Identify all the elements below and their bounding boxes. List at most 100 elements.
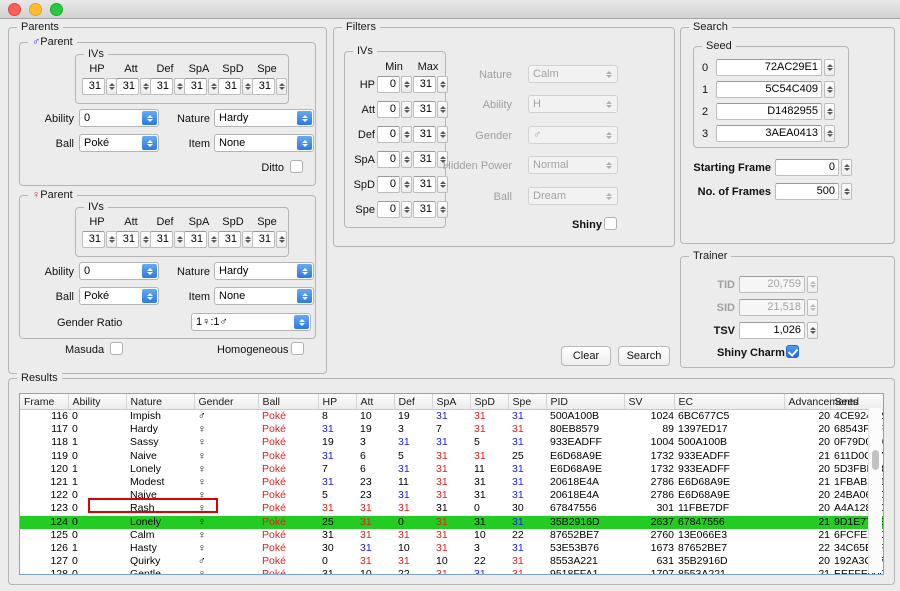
shiny-charm-checkbox[interactable] [786, 345, 799, 358]
cell-gender[interactable]: ♀ [194, 463, 258, 476]
cell-iv-def[interactable]: 19 [394, 410, 432, 424]
cell-sv[interactable]: 2786 [624, 476, 674, 489]
masuda-checkbox[interactable] [110, 342, 123, 355]
cell-iv-spa[interactable]: 31 [432, 476, 470, 489]
cell-ec[interactable]: 6BC677C5 [674, 410, 784, 424]
cell-ball[interactable]: Poké [258, 515, 318, 529]
female-iv-stepper-spe[interactable] [276, 231, 287, 248]
cell-sv[interactable]: 1732 [624, 450, 674, 463]
col-header-advancements[interactable]: Advancements [784, 394, 858, 410]
cell-nature[interactable]: Hasty [126, 542, 194, 555]
cell-iv-def[interactable]: 5 [394, 450, 432, 463]
cell-frame[interactable]: 125 [20, 529, 68, 542]
cell-nature[interactable]: Impish [126, 410, 194, 424]
filters-max-input-spd[interactable]: 31 [413, 176, 436, 193]
filters-max-input-spe[interactable]: 31 [413, 201, 436, 218]
cell-advancements[interactable]: 21 [784, 568, 830, 574]
cell-frame[interactable]: 118 [20, 436, 68, 449]
col-header-spd[interactable]: SpD [470, 394, 509, 410]
cell-iv-spa[interactable]: 31 [432, 450, 470, 463]
cell-iv-spa[interactable]: 7 [432, 423, 470, 436]
cell-iv-hp[interactable]: 7 [318, 463, 356, 476]
results-vertical-scrollbar[interactable] [868, 408, 882, 573]
male-ball-select[interactable]: Poké [79, 134, 159, 152]
filters-min-stepper-hp[interactable] [401, 76, 412, 93]
table-row[interactable]: 125 0 Calm ♀ Poké 31 31 31 31 10 22 87652BE7 2760 13E… [20, 529, 883, 542]
cell-gender[interactable]: ♂ [194, 410, 258, 424]
cell-pid[interactable]: 80EB8579 [546, 423, 624, 436]
cell-iv-hp[interactable]: 31 [318, 502, 356, 515]
cell-iv-spe[interactable]: 31 [508, 463, 546, 476]
cell-frame[interactable]: 126 [20, 542, 68, 555]
cell-gender[interactable]: ♀ [194, 450, 258, 463]
cell-ball[interactable]: Poké [258, 529, 318, 542]
cell-ec[interactable]: 67847556 [674, 515, 784, 529]
filters-min-stepper-spa[interactable] [401, 151, 412, 168]
cell-iv-spe[interactable]: 31 [508, 423, 546, 436]
col-header-nature[interactable]: Nature [126, 394, 195, 410]
cell-iv-spe[interactable]: 31 [508, 515, 546, 529]
cell-gender[interactable]: ♀ [194, 515, 258, 529]
cell-iv-def[interactable]: 31 [394, 489, 432, 502]
col-header-sv[interactable]: SV [624, 394, 675, 410]
cell-iv-def[interactable]: 31 [394, 463, 432, 476]
cell-iv-spe[interactable]: 30 [508, 502, 546, 515]
cell-ball[interactable]: Poké [258, 423, 318, 436]
cell-pid[interactable]: 933EADFF [546, 436, 624, 449]
cell-ability[interactable]: 0 [68, 568, 126, 574]
cell-ec[interactable]: 11FBE7DF [674, 502, 784, 515]
cell-nature[interactable]: Modest [126, 476, 194, 489]
table-row[interactable]: 122 0 Naive ♀ Poké 5 23 31 31 31 31 20618E4A 2786 E6D… [20, 489, 883, 502]
cell-iv-spa[interactable]: 31 [432, 463, 470, 476]
cell-pid[interactable]: E6D68A9E [546, 450, 624, 463]
cell-iv-spd[interactable]: 31 [470, 410, 508, 424]
cell-iv-att[interactable]: 6 [356, 463, 394, 476]
filters-min-input-hp[interactable]: 0 [377, 76, 400, 93]
cell-iv-spa[interactable]: 31 [432, 410, 470, 424]
cell-pid[interactable]: 87652BE7 [546, 529, 624, 542]
cell-pid[interactable]: 53E53B76 [546, 542, 624, 555]
male-item-select[interactable]: None [214, 134, 314, 152]
male-iv-input-def[interactable]: 31 [150, 78, 173, 95]
cell-iv-spa[interactable]: 31 [432, 542, 470, 555]
col-header-spa[interactable]: SpA [432, 394, 471, 410]
cell-sv[interactable]: 2760 [624, 529, 674, 542]
cell-advancements[interactable]: 20 [784, 410, 830, 424]
col-header-ability[interactable]: Ability [68, 394, 127, 410]
filters-min-input-att[interactable]: 0 [377, 101, 400, 118]
cell-ball[interactable]: Poké [258, 542, 318, 555]
cell-ball[interactable]: Poké [258, 568, 318, 574]
cell-ability[interactable]: 0 [68, 489, 126, 502]
filters-min-input-spd[interactable]: 0 [377, 176, 400, 193]
filters-min-input-def[interactable]: 0 [377, 126, 400, 143]
cell-iv-def[interactable]: 31 [394, 502, 432, 515]
cell-sv[interactable]: 2786 [624, 489, 674, 502]
cell-advancements[interactable]: 22 [784, 542, 830, 555]
cell-iv-spa[interactable]: 31 [432, 436, 470, 449]
cell-iv-spa[interactable]: 31 [432, 502, 470, 515]
starting-frame-input[interactable]: 0 [775, 159, 839, 176]
female-nature-select[interactable]: Hardy [214, 262, 314, 280]
cell-ability[interactable]: 0 [68, 555, 126, 568]
col-header-att[interactable]: Att [356, 394, 395, 410]
cell-iv-spd[interactable]: 11 [470, 463, 508, 476]
cell-nature[interactable]: Naive [126, 489, 194, 502]
cell-gender[interactable]: ♀ [194, 502, 258, 515]
cell-iv-hp[interactable]: 31 [318, 423, 356, 436]
cell-iv-hp[interactable]: 0 [318, 555, 356, 568]
cell-iv-att[interactable]: 19 [356, 423, 394, 436]
cell-advancements[interactable]: 21 [784, 476, 830, 489]
female-item-select[interactable]: None [214, 287, 314, 305]
cell-iv-spa[interactable]: 31 [432, 568, 470, 574]
filters-min-stepper-spd[interactable] [401, 176, 412, 193]
cell-ability[interactable]: 0 [68, 502, 126, 515]
cell-iv-spe[interactable]: 31 [508, 489, 546, 502]
scrollbar-thumb[interactable] [872, 450, 879, 470]
cell-iv-spe[interactable]: 31 [508, 555, 546, 568]
cell-iv-spa[interactable]: 31 [432, 489, 470, 502]
female-iv-input-att[interactable]: 31 [116, 231, 139, 248]
clear-button[interactable]: Clear [561, 346, 611, 366]
table-row[interactable]: 117 0 Hardy ♀ Poké 31 19 3 7 31 31 80EB8579 89 1397ED… [20, 423, 883, 436]
cell-pid[interactable]: 500A100B [546, 410, 624, 424]
cell-nature[interactable]: Gentle [126, 568, 194, 574]
